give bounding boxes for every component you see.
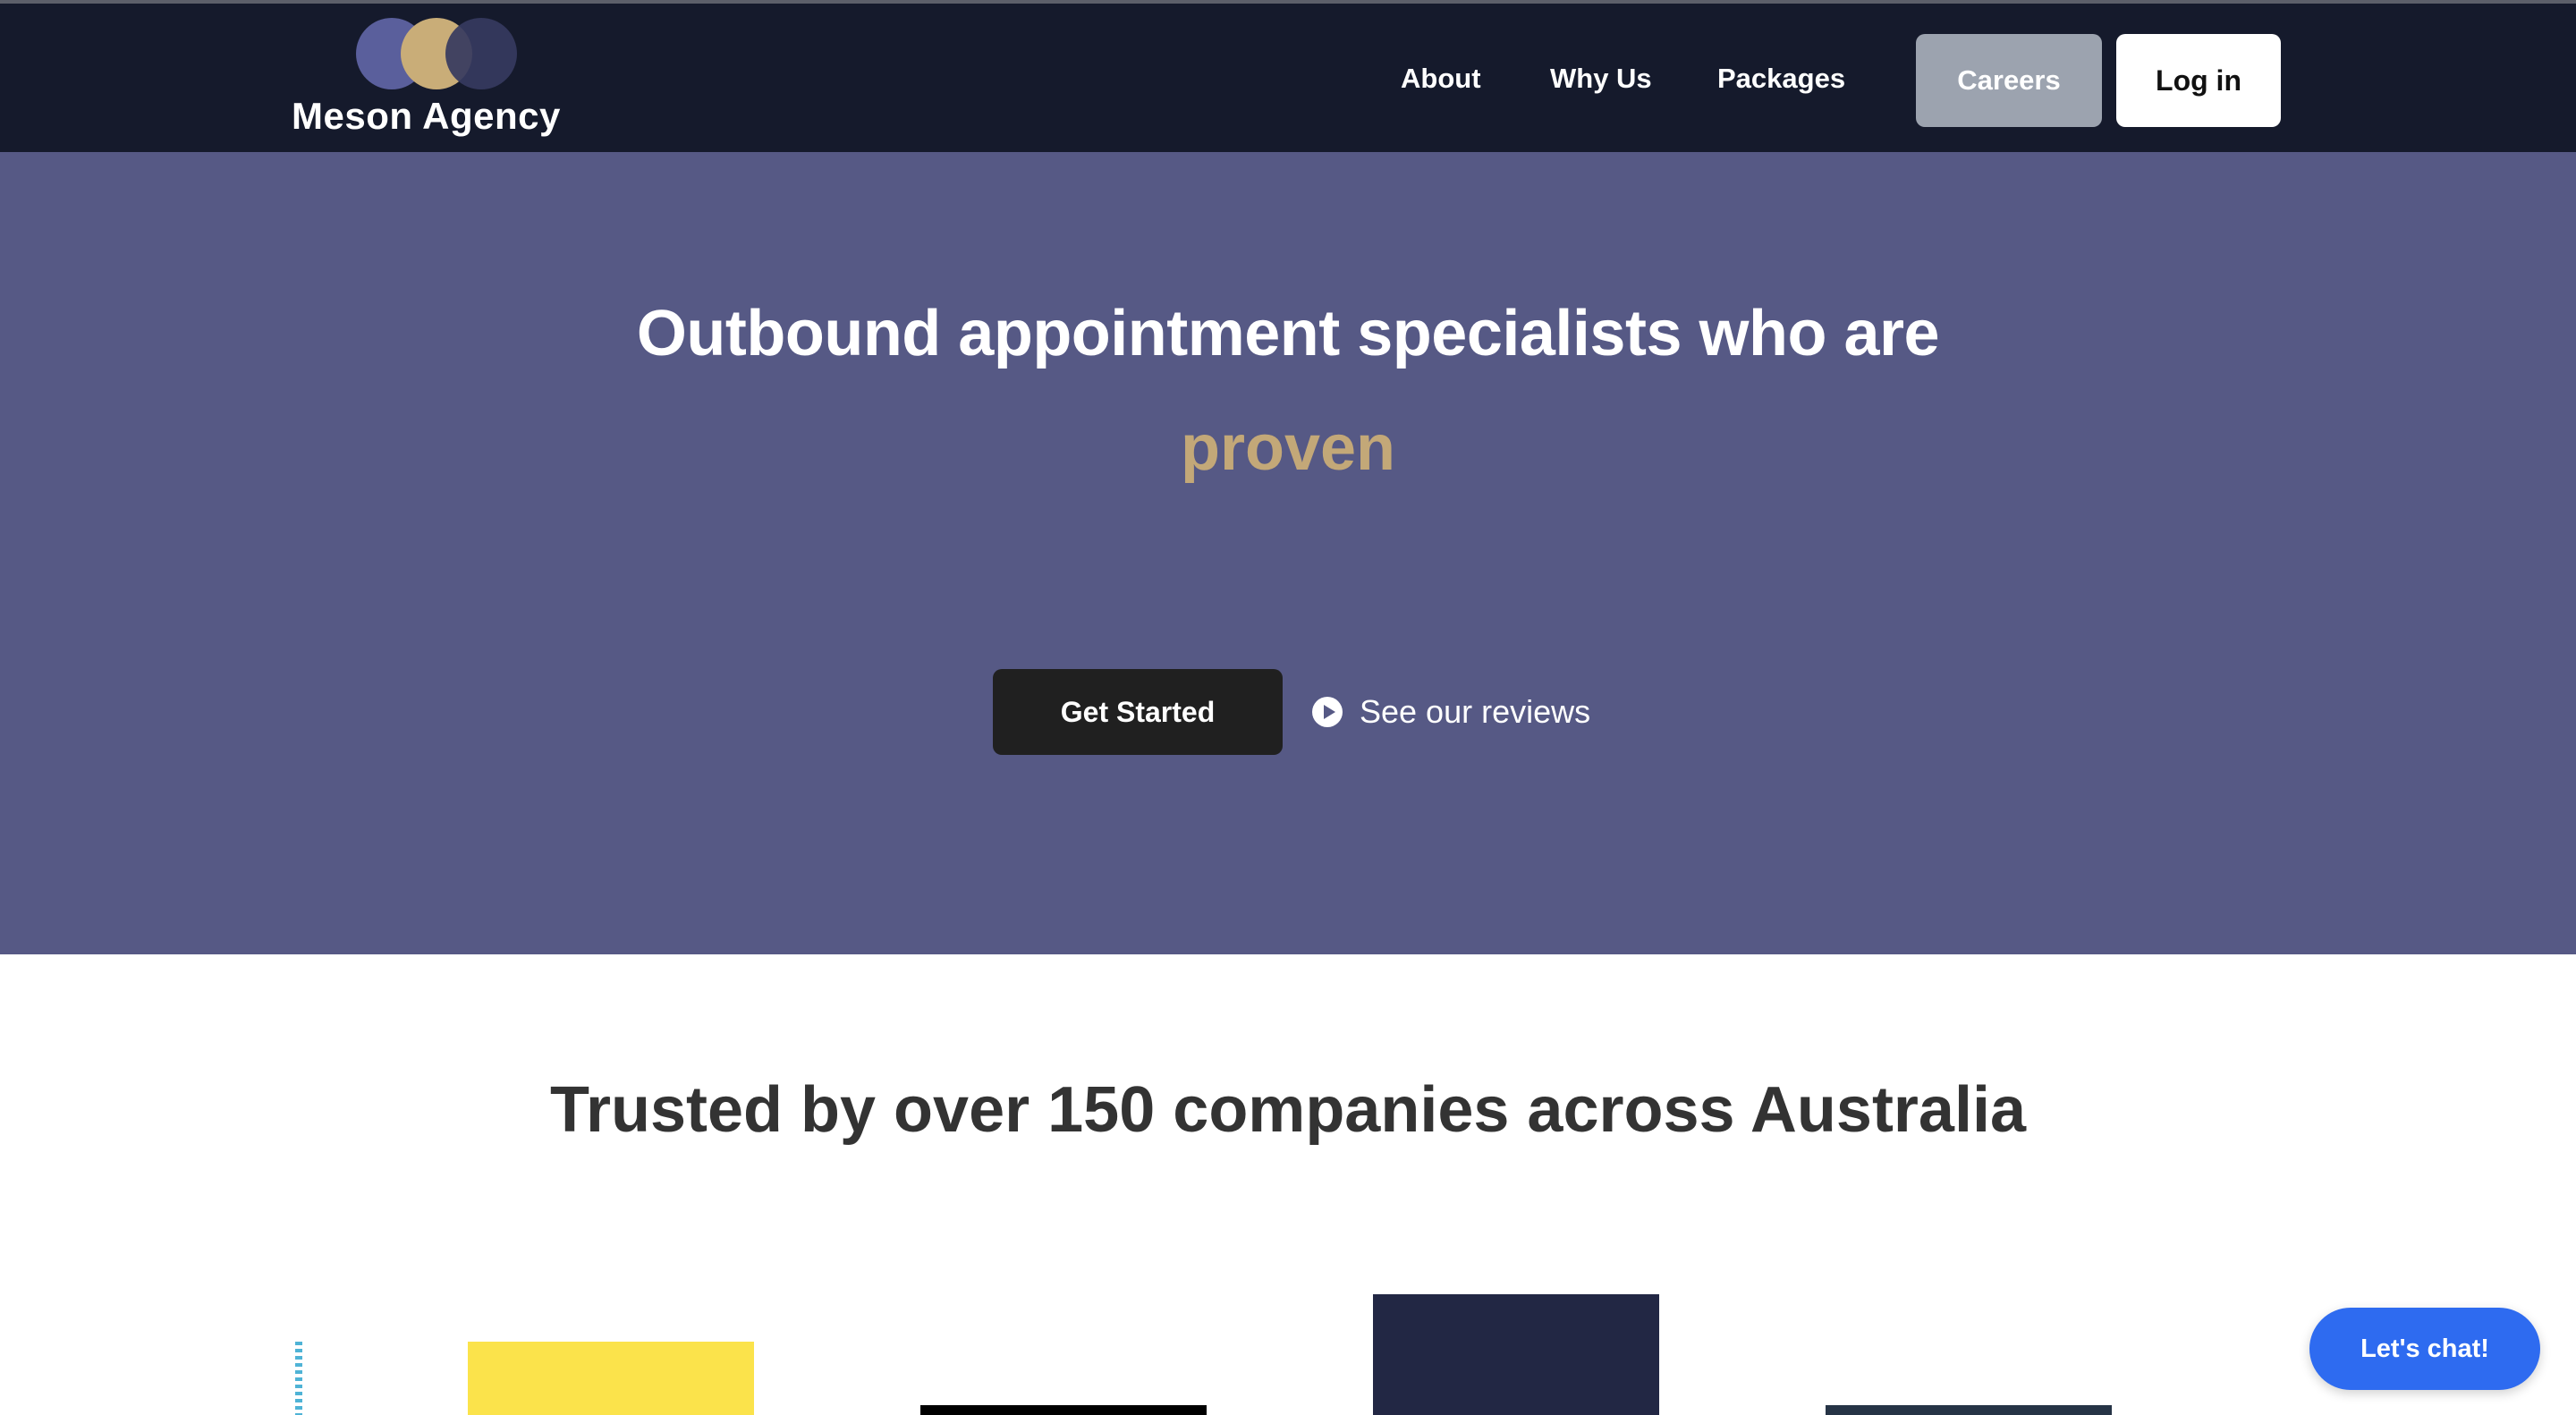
nav-link-why-us[interactable]: Why Us bbox=[1550, 63, 1652, 95]
play-circle-icon bbox=[1312, 697, 1343, 727]
chat-button[interactable]: Let's chat! bbox=[2309, 1308, 2540, 1390]
nav-link-about[interactable]: About bbox=[1401, 63, 1481, 95]
logo-circles-icon bbox=[356, 18, 519, 93]
see-reviews-label: See our reviews bbox=[1360, 693, 1591, 730]
see-reviews-link[interactable]: See our reviews bbox=[1311, 689, 1590, 735]
trusted-title: Trusted by over 150 companies across Aus… bbox=[549, 1074, 2027, 1146]
client-logo-navy bbox=[1373, 1294, 1659, 1415]
logo-circle-right bbox=[445, 18, 517, 89]
nav-link-packages[interactable]: Packages bbox=[1717, 63, 1845, 95]
careers-button[interactable]: Careers bbox=[1916, 34, 2102, 127]
hero-rotating-word: proven bbox=[1180, 412, 1396, 484]
brand-name: Meson Agency bbox=[292, 95, 561, 137]
page: Meson Agency About Why Us Packages Caree… bbox=[0, 0, 2576, 1415]
get-started-button[interactable]: Get Started bbox=[993, 669, 1283, 755]
client-logo-yellow bbox=[468, 1342, 754, 1415]
client-logo-squiggle bbox=[295, 1342, 302, 1415]
navbar: Meson Agency About Why Us Packages Caree… bbox=[0, 0, 2576, 152]
client-logo-black bbox=[920, 1405, 1207, 1415]
hero-headline: Outbound appointment specialists who are bbox=[636, 298, 1940, 369]
hero-section: Outbound appointment specialists who are… bbox=[0, 152, 2576, 954]
login-button[interactable]: Log in bbox=[2116, 34, 2281, 127]
client-logo-slate bbox=[1826, 1405, 2112, 1415]
brand-logo[interactable]: Meson Agency bbox=[292, 18, 587, 147]
